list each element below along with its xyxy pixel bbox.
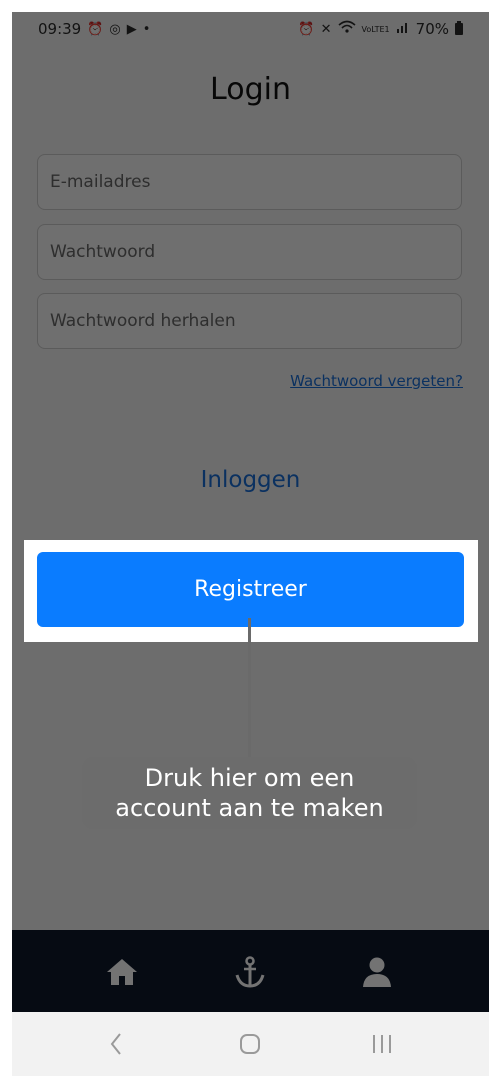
forgot-password-link[interactable]: Wachtwoord vergeten?: [290, 372, 463, 390]
status-left: 09:39 ⏰ ◎ ▶ •: [38, 20, 150, 38]
password-repeat-field[interactable]: [37, 293, 462, 349]
bottom-nav: [12, 930, 489, 1012]
status-right: ⏰ ✕ VoLTE1 70%: [298, 20, 463, 38]
user-icon[interactable]: [355, 950, 399, 994]
battery-icon: [455, 21, 463, 35]
system-nav-bar: [12, 1012, 489, 1076]
mute-icon: ✕: [320, 21, 332, 37]
battery-percent: 70%: [415, 20, 449, 38]
signal-icon: [396, 21, 410, 37]
play-icon: ▶: [126, 21, 137, 37]
home-circle-icon[interactable]: [220, 1024, 280, 1064]
tutorial-tooltip: Druk hier om een account aan te maken: [82, 757, 417, 829]
alarm-icon: ⏰: [87, 21, 104, 37]
status-bar: 09:39 ⏰ ◎ ▶ • ⏰ ✕ VoLTE1 70%: [12, 12, 489, 48]
recents-icon[interactable]: [352, 1024, 412, 1064]
home-icon[interactable]: [100, 950, 144, 994]
wifi-icon: [337, 20, 356, 38]
login-link[interactable]: Inloggen: [12, 467, 489, 493]
dot-icon: •: [142, 21, 151, 37]
status-time: 09:39: [38, 20, 82, 38]
threads-icon: ◎: [109, 21, 121, 37]
volte-icon: VoLTE1: [361, 24, 390, 34]
register-button[interactable]: Registreer: [37, 552, 464, 627]
alarm-icon: ⏰: [298, 21, 315, 37]
tooltip-line-2: account aan te maken: [115, 794, 384, 822]
back-icon[interactable]: [86, 1024, 146, 1064]
anchor-icon[interactable]: [228, 950, 272, 994]
tooltip-line-1: Druk hier om een: [144, 764, 355, 792]
tooltip-pointer: [248, 618, 251, 760]
email-field[interactable]: [37, 154, 462, 210]
password-field[interactable]: [37, 224, 462, 280]
page-title: Login: [210, 72, 291, 107]
phone-screen: 09:39 ⏰ ◎ ▶ • ⏰ ✕ VoLTE1 70% Login E-mai…: [12, 12, 489, 1076]
